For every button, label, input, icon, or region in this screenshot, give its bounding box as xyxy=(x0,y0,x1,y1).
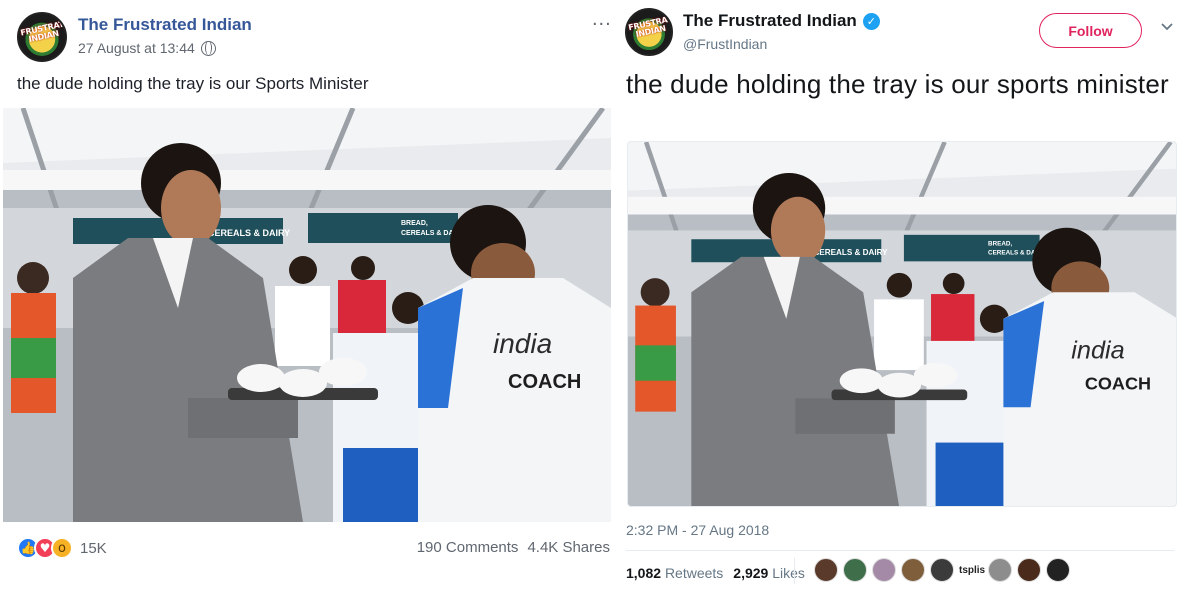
liker-avatar[interactable] xyxy=(872,558,896,582)
globe-icon xyxy=(200,40,216,56)
reaction-count[interactable]: 15K xyxy=(80,540,107,557)
photo-sign-1: CEREALS & DAIRY xyxy=(813,248,888,257)
tweet-timestamp[interactable]: 2:32 PM - 27 Aug 2018 xyxy=(626,522,769,538)
liker-avatar[interactable] xyxy=(814,558,838,582)
liker-avatar[interactable] xyxy=(1046,558,1070,582)
photo-canvas: CEREALS & DAIRY BREAD, CEREALS & DAIRY i… xyxy=(3,108,611,522)
twitter-post: FRUSTRATED INDIAN The Frustrated Indian … xyxy=(618,0,1200,603)
stats-separator xyxy=(794,558,795,584)
verified-badge-icon: ✓ xyxy=(862,12,880,30)
page-avatar[interactable]: FRUSTRATED INDIAN xyxy=(17,12,67,62)
wow-reaction-icon: o xyxy=(51,537,73,559)
comments-count[interactable]: 190 Comments xyxy=(417,539,519,556)
facebook-post: FRUSTRATED INDIAN The Frustrated Indian … xyxy=(0,0,618,603)
post-photo[interactable]: CEREALS & DAIRY BREAD, CEREALS & DAIRY i… xyxy=(3,108,611,522)
likes-label: Likes xyxy=(772,565,805,581)
divider xyxy=(626,550,1174,551)
tweet-photo[interactable]: CEREALS & DAIRY BREAD, CEREALS & DAIRY i… xyxy=(627,141,1177,507)
liker-avatar[interactable] xyxy=(930,558,954,582)
shirt-coach-text: COACH xyxy=(1085,374,1151,394)
page-name-link[interactable]: The Frustrated Indian xyxy=(78,15,252,35)
tweet-text: the dude holding the tray is our sports … xyxy=(626,69,1169,99)
reactions-bar[interactable]: 👍 ♥ o 15K xyxy=(17,537,107,559)
shirt-india-text: india xyxy=(1071,337,1125,365)
profile-avatar[interactable]: FRUSTRATED INDIAN xyxy=(625,8,673,56)
more-options-icon[interactable]: ... xyxy=(592,8,612,31)
liker-avatar[interactable] xyxy=(988,558,1012,582)
shares-count[interactable]: 4.4K Shares xyxy=(527,539,610,556)
chevron-down-icon[interactable] xyxy=(1160,20,1174,34)
display-name-text[interactable]: The Frustrated Indian xyxy=(683,11,857,31)
retweets-stat[interactable]: 1,082 Retweets xyxy=(626,565,723,581)
likes-count: 2,929 xyxy=(733,565,769,581)
retweets-label: Retweets xyxy=(664,565,724,581)
user-handle[interactable]: @FrustIndian xyxy=(683,36,767,52)
tweet-stats: 1,082 Retweets 2,929 Likes xyxy=(626,565,805,581)
display-name[interactable]: The Frustrated Indian ✓ xyxy=(683,11,880,31)
avatar-logo-text: FRUSTRATED INDIAN xyxy=(627,11,673,39)
liker-avatar[interactable] xyxy=(843,558,867,582)
photo-canvas: CEREALS & DAIRY BREAD, CEREALS & DAIRY i… xyxy=(628,142,1176,506)
photo-sign-2a: BREAD, xyxy=(401,220,428,227)
liker-avatar[interactable] xyxy=(1017,558,1041,582)
retweets-count: 1,082 xyxy=(626,565,662,581)
photo-sign-2a: BREAD, xyxy=(988,240,1012,247)
shirt-coach-text: COACH xyxy=(508,371,581,393)
photo-sign-1: CEREALS & DAIRY xyxy=(208,228,290,238)
post-text: the dude holding the tray is our Sports … xyxy=(17,74,369,93)
engagement-stats: 190 Comments 4.4K Shares xyxy=(417,539,610,556)
liker-avatar-text[interactable]: tsplis xyxy=(959,565,985,576)
likers-avatars: tsplis xyxy=(814,558,1070,582)
post-meta: 27 August at 13:44 xyxy=(78,40,216,56)
follow-button[interactable]: Follow xyxy=(1039,13,1142,48)
avatar-logo-text: FRUSTRATED INDIAN xyxy=(19,17,67,44)
liker-avatar[interactable] xyxy=(901,558,925,582)
shirt-india-text: india xyxy=(493,328,552,359)
post-timestamp[interactable]: 27 August at 13:44 xyxy=(78,40,195,56)
